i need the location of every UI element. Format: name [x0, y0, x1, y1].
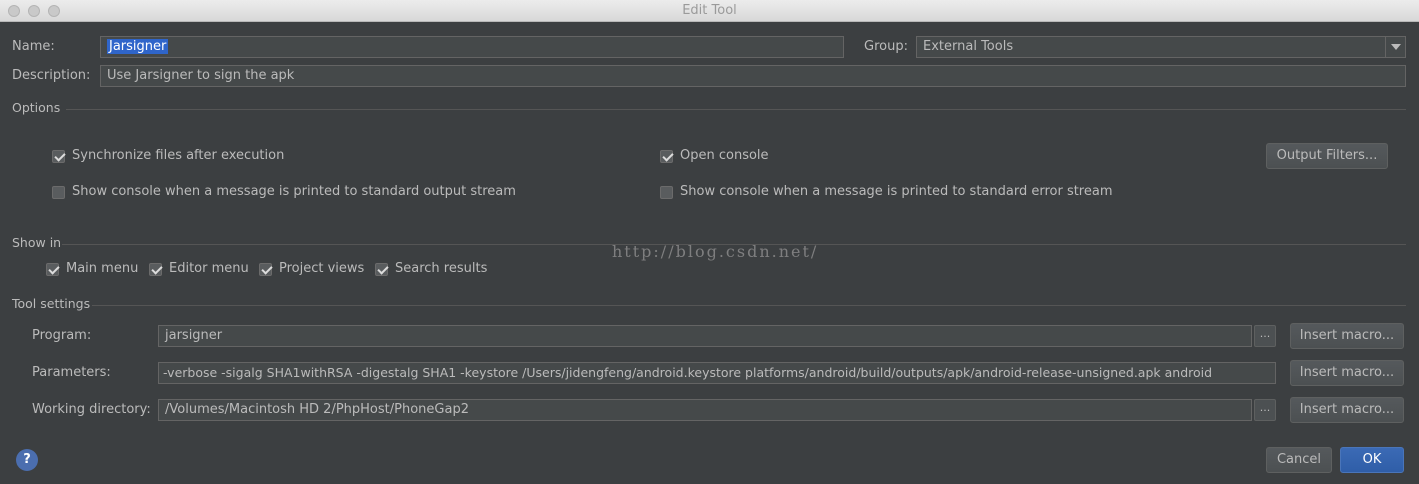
options-section-title: Options	[12, 100, 61, 115]
name-input[interactable]: Jarsigner	[100, 36, 844, 58]
editor-menu-label: Editor menu	[169, 261, 249, 276]
program-browse-button[interactable]: ...	[1254, 325, 1276, 347]
parameters-insert-macro-button[interactable]: Insert macro...	[1290, 360, 1404, 386]
sync-files-label: Synchronize files after execution	[72, 148, 285, 163]
title-bar: Edit Tool	[0, 0, 1419, 22]
parameters-label: Parameters:	[32, 365, 111, 380]
name-label: Name:	[12, 39, 55, 54]
parameters-input[interactable]: -verbose -sigalg SHA1withRSA -digestalg …	[158, 362, 1276, 384]
editor-menu-checkbox[interactable]	[149, 263, 162, 276]
main-menu-checkbox[interactable]	[46, 263, 59, 276]
open-console-checkbox[interactable]	[660, 150, 673, 163]
options-divider	[66, 109, 1406, 110]
program-value: jarsigner	[165, 328, 223, 343]
working-directory-insert-macro-button[interactable]: Insert macro...	[1290, 397, 1404, 423]
program-insert-macro-button[interactable]: Insert macro...	[1290, 323, 1404, 349]
window-title: Edit Tool	[682, 3, 737, 18]
search-results-label: Search results	[395, 261, 488, 276]
show-in-section-title: Show in	[12, 235, 62, 250]
watermark-text: http://blog.csdn.net/	[612, 242, 819, 261]
program-label: Program:	[32, 328, 92, 343]
console-stdout-label: Show console when a message is printed t…	[72, 184, 516, 199]
tool-settings-divider	[92, 305, 1406, 306]
program-input[interactable]: jarsigner	[158, 325, 1252, 347]
ok-button[interactable]: OK	[1340, 447, 1404, 473]
working-directory-input[interactable]: /Volumes/Macintosh HD 2/PhpHost/PhoneGap…	[158, 399, 1252, 421]
working-directory-value: /Volumes/Macintosh HD 2/PhpHost/PhoneGap…	[165, 402, 469, 417]
output-filters-button[interactable]: Output Filters...	[1266, 143, 1388, 169]
console-stderr-label: Show console when a message is printed t…	[680, 184, 1113, 199]
help-icon[interactable]: ?	[16, 449, 38, 471]
working-directory-label: Working directory:	[32, 402, 151, 417]
group-value: External Tools	[923, 39, 1014, 54]
name-value: Jarsigner	[107, 39, 169, 54]
search-results-checkbox[interactable]	[375, 263, 388, 276]
project-views-checkbox[interactable]	[259, 263, 272, 276]
main-menu-label: Main menu	[66, 261, 139, 276]
parameters-value: -verbose -sigalg SHA1withRSA -digestalg …	[163, 365, 1213, 380]
group-label: Group:	[864, 39, 908, 54]
description-input[interactable]: Use Jarsigner to sign the apk	[100, 65, 1406, 87]
project-views-label: Project views	[279, 261, 365, 276]
group-combobox[interactable]: External Tools	[916, 36, 1406, 58]
tool-settings-section-title: Tool settings	[12, 296, 91, 311]
description-label: Description:	[12, 68, 91, 83]
description-value: Use Jarsigner to sign the apk	[107, 68, 295, 83]
console-stderr-checkbox[interactable]	[660, 186, 673, 199]
chevron-down-icon[interactable]	[1385, 37, 1405, 57]
console-stdout-checkbox[interactable]	[52, 186, 65, 199]
cancel-button[interactable]: Cancel	[1266, 447, 1332, 473]
sync-files-checkbox[interactable]	[52, 150, 65, 163]
working-directory-browse-button[interactable]: ...	[1254, 399, 1276, 421]
open-console-label: Open console	[680, 148, 769, 163]
